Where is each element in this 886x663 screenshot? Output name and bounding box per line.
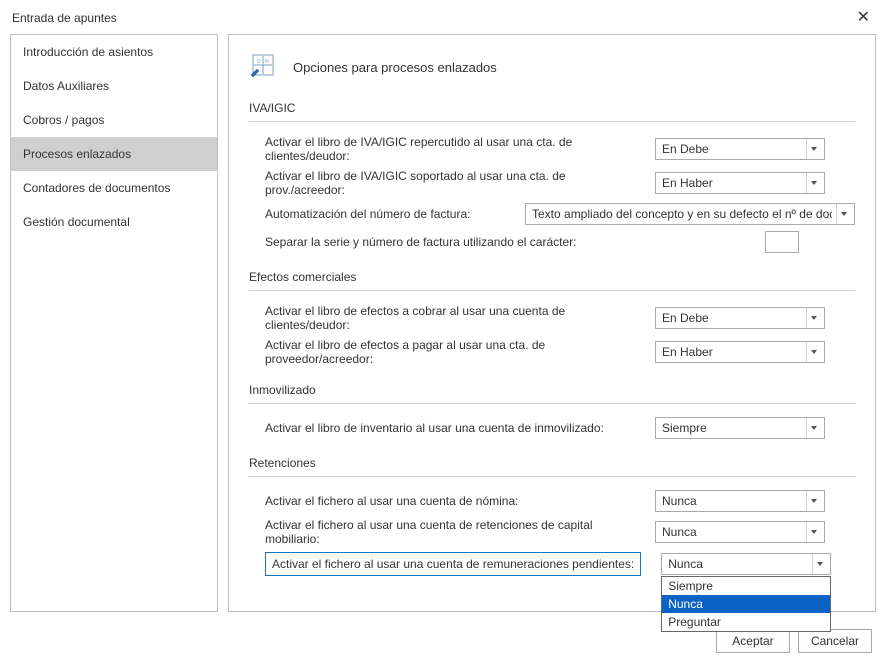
section-iva-title: IVA/IGIC	[249, 97, 855, 122]
section-inmovilizado-title: Inmovilizado	[249, 379, 855, 404]
combo-efectos-pagar[interactable]: En Haber	[655, 341, 825, 363]
sidebar-item-cobros-pagos[interactable]: Cobros / pagos	[11, 103, 217, 137]
combo-value: En Debe	[662, 142, 709, 156]
combo-value: Siempre	[662, 421, 707, 435]
label-ret-nomina: Activar el fichero al usar una cuenta de…	[265, 494, 655, 508]
combo-ret-capital[interactable]: Nunca	[655, 521, 825, 543]
combo-efectos-cobrar[interactable]: En Debe	[655, 307, 825, 329]
combo-ret-nomina[interactable]: Nunca	[655, 490, 825, 512]
chevron-down-icon	[812, 554, 826, 574]
label-efectos-pagar: Activar el libro de efectos a pagar al u…	[265, 338, 655, 366]
dropdown-option-nunca[interactable]: Nunca	[662, 595, 830, 613]
svg-text:D: D	[257, 59, 261, 65]
page-title: Opciones para procesos enlazados	[293, 60, 497, 75]
combo-iva-autonum[interactable]: Texto ampliado del concepto y en su defe…	[525, 203, 855, 225]
chevron-down-icon	[806, 342, 820, 362]
sidebar-item-gestion-doc[interactable]: Gestión documental	[11, 205, 217, 239]
cancel-button[interactable]: Cancelar	[798, 629, 872, 653]
chevron-down-icon	[806, 522, 820, 542]
label-efectos-cobrar: Activar el libro de efectos a cobrar al …	[265, 304, 655, 332]
sidebar-item-introduccion[interactable]: Introducción de asientos	[11, 35, 217, 69]
section-efectos-title: Efectos comerciales	[249, 266, 855, 291]
window-title: Entrada de apuntes	[12, 11, 117, 25]
input-separar-caracter[interactable]	[765, 231, 799, 253]
combo-value: En Debe	[662, 311, 709, 325]
combo-value: Texto ampliado del concepto y en su defe…	[532, 207, 832, 221]
label-iva-repercutido: Activar el libro de IVA/IGIC repercutido…	[265, 135, 655, 163]
combo-value: Nunca	[662, 494, 697, 508]
chevron-down-icon	[806, 418, 820, 438]
svg-text:H: H	[265, 59, 269, 65]
label-iva-separar: Separar la serie y número de factura uti…	[265, 235, 765, 249]
combo-iva-repercutido[interactable]: En Debe	[655, 138, 825, 160]
chevron-down-icon	[836, 204, 850, 224]
chevron-down-icon	[806, 491, 820, 511]
sidebar: Introducción de asientos Datos Auxiliare…	[10, 34, 218, 612]
sidebar-item-datos-aux[interactable]: Datos Auxiliares	[11, 69, 217, 103]
chevron-down-icon	[806, 173, 820, 193]
linked-processes-icon: D H	[249, 53, 279, 81]
sidebar-item-contadores[interactable]: Contadores de documentos	[11, 171, 217, 205]
label-ret-remuneraciones: Activar el fichero al usar una cuenta de…	[265, 552, 641, 576]
dropdown-ret-remuneraciones[interactable]: Siempre Nunca Preguntar	[661, 576, 831, 632]
combo-value: Nunca	[668, 557, 703, 571]
chevron-down-icon	[806, 308, 820, 328]
chevron-down-icon	[806, 139, 820, 159]
label-iva-soportado: Activar el libro de IVA/IGIC soportado a…	[265, 169, 655, 197]
combo-value: En Haber	[662, 176, 713, 190]
ok-button[interactable]: Aceptar	[716, 629, 790, 653]
combo-inmovilizado[interactable]: Siempre	[655, 417, 825, 439]
dropdown-option-preguntar[interactable]: Preguntar	[662, 613, 830, 631]
content-panel: D H Opciones para procesos enlazados IVA…	[228, 34, 876, 612]
combo-value: Nunca	[662, 525, 697, 539]
label-inmovilizado: Activar el libro de inventario al usar u…	[265, 421, 655, 435]
sidebar-item-procesos-enlazados[interactable]: Procesos enlazados	[11, 137, 217, 171]
label-iva-autonum: Automatización del número de factura:	[265, 207, 525, 221]
close-icon[interactable]: ✕	[851, 8, 876, 28]
combo-iva-soportado[interactable]: En Haber	[655, 172, 825, 194]
combo-value: En Haber	[662, 345, 713, 359]
combo-ret-remuneraciones[interactable]: Nunca Siempre Nunca Preguntar	[661, 553, 831, 575]
dropdown-option-siempre[interactable]: Siempre	[662, 577, 830, 595]
label-ret-capital: Activar el fichero al usar una cuenta de…	[265, 518, 655, 546]
section-retenciones-title: Retenciones	[249, 452, 855, 477]
